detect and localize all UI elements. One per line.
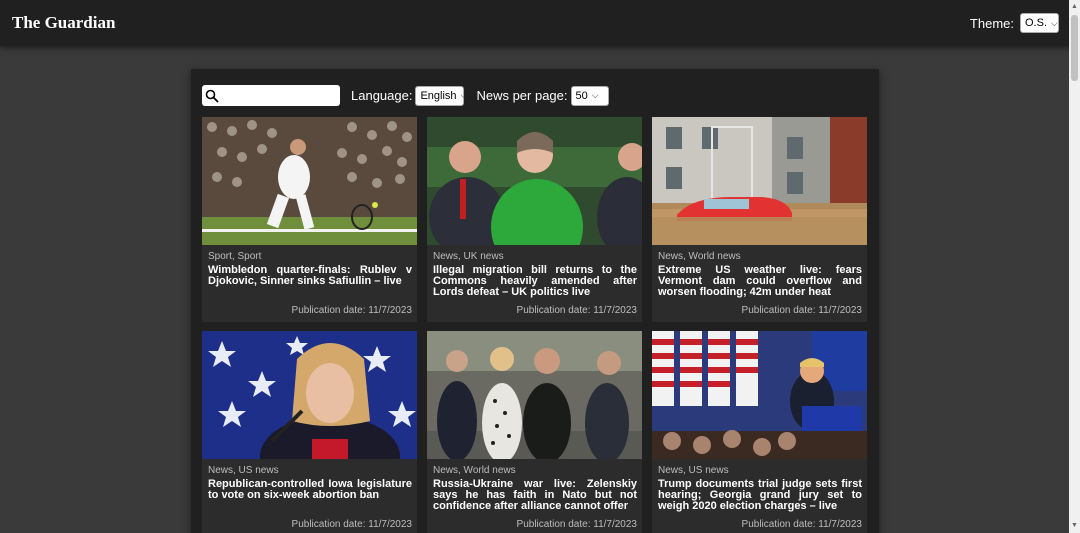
search-icon: [205, 89, 219, 103]
search-input[interactable]: [202, 85, 340, 106]
chevron-down-icon: ⌵: [1051, 17, 1058, 28]
trump-rally-photo[interactable]: [652, 331, 867, 459]
language-select[interactable]: English ⌵: [415, 85, 467, 106]
language-select-value: English: [420, 89, 457, 102]
news-card[interactable]: Sport, Sport Wimbledon quarter-finals: R…: [202, 117, 417, 322]
article-date: Publication date: 11/7/2023: [741, 519, 862, 530]
article-tags: News, World news: [433, 465, 516, 476]
tennis-player-photo[interactable]: [202, 117, 417, 245]
article-date: Publication date: 11/7/2023: [516, 519, 637, 530]
article-title[interactable]: Trump documents trial judge sets first h…: [658, 479, 862, 512]
zelenskiy-walking-photo[interactable]: [427, 331, 642, 459]
theme-control: Theme: O.S. ⌵: [970, 13, 1059, 33]
news-card[interactable]: News, World news Extreme US weather live…: [652, 117, 867, 322]
article-tags: News, UK news: [433, 251, 504, 262]
controls-bar: Language: English ⌵ News per page: 50 ⌵: [202, 85, 609, 106]
politician-speaking-photo[interactable]: [202, 331, 417, 459]
article-tags: News, US news: [208, 465, 279, 476]
per-page-select-value: 50: [575, 89, 588, 102]
parliament-photo[interactable]: [427, 117, 642, 245]
article-title[interactable]: Republican-controlled Iowa legislature t…: [208, 479, 412, 501]
per-page-select[interactable]: 50 ⌵: [570, 85, 609, 106]
news-card[interactable]: News, US news Republican-controlled Iowa…: [202, 331, 417, 533]
news-grid: Sport, Sport Wimbledon quarter-finals: R…: [202, 117, 867, 533]
site-title[interactable]: The Guardian: [12, 13, 115, 33]
page-scrollbar[interactable]: ▲ ▼: [1069, 0, 1080, 533]
article-title[interactable]: Russia-Ukraine war live: Zelenskiy says …: [433, 479, 637, 512]
article-date: Publication date: 11/7/2023: [741, 305, 862, 316]
top-bar: The Guardian Theme: O.S. ⌵: [0, 0, 1080, 46]
chevron-down-icon: ⌵: [591, 90, 599, 100]
theme-label: Theme:: [969, 15, 1014, 31]
article-tags: News, World news: [658, 251, 741, 262]
scroll-up-arrow-icon[interactable]: ▲: [1071, 2, 1078, 12]
news-panel: Language: English ⌵ News per page: 50 ⌵: [191, 69, 879, 533]
article-tags: News, US news: [658, 465, 729, 476]
news-card[interactable]: News, US news Trump documents trial judg…: [652, 331, 867, 533]
language-label: Language:: [351, 88, 413, 103]
theme-select[interactable]: O.S. ⌵: [1020, 13, 1059, 33]
flooded-street-photo[interactable]: [652, 117, 867, 245]
article-title[interactable]: Extreme US weather live: fears Vermont d…: [658, 265, 862, 298]
article-title[interactable]: Illegal migration bill returns to the Co…: [433, 265, 637, 298]
scrollbar-thumb[interactable]: [1071, 15, 1078, 81]
article-date: Publication date: 11/7/2023: [291, 305, 412, 316]
scroll-down-arrow-icon[interactable]: ▼: [1071, 521, 1078, 531]
news-card[interactable]: News, World news Russia-Ukraine war live…: [427, 331, 642, 533]
chevron-down-icon: ⌵: [460, 90, 468, 100]
per-page-label: News per page:: [476, 88, 568, 103]
article-title[interactable]: Wimbledon quarter-finals: Rublev v Djoko…: [208, 265, 412, 287]
theme-select-value: O.S.: [1025, 17, 1048, 29]
news-card[interactable]: News, UK news Illegal migration bill ret…: [427, 117, 642, 322]
article-date: Publication date: 11/7/2023: [291, 519, 412, 530]
article-date: Publication date: 11/7/2023: [516, 305, 637, 316]
article-tags: Sport, Sport: [208, 251, 262, 262]
